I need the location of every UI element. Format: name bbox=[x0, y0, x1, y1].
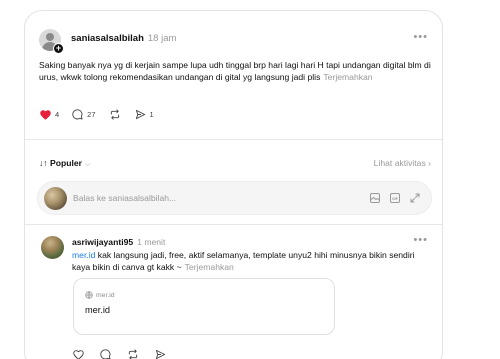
repost-icon bbox=[128, 349, 138, 359]
repost-icon bbox=[110, 109, 119, 120]
svg-text:GIF: GIF bbox=[392, 197, 399, 201]
post-author-avatar[interactable]: + bbox=[39, 29, 64, 54]
comment-body: kak langsung jadi, free, aktif selamanya… bbox=[72, 250, 415, 273]
image-icon[interactable] bbox=[369, 191, 381, 209]
comment-reply-button[interactable] bbox=[100, 347, 111, 359]
reply-box[interactable]: Balas ke saniasalsalbilah... GIF bbox=[37, 181, 432, 215]
share-button[interactable]: 1 bbox=[135, 109, 154, 120]
comment-time[interactable]: 1 menit bbox=[137, 237, 165, 247]
comment-icon bbox=[100, 349, 111, 359]
current-user-avatar bbox=[44, 187, 67, 210]
sort-dropdown[interactable]: ↓↑ Populer ⌵ bbox=[39, 158, 90, 168]
reply-input[interactable]: Balas ke saniasalsalbilah... bbox=[73, 193, 176, 203]
follow-plus-icon[interactable]: + bbox=[53, 43, 64, 54]
post-username[interactable]: saniasalsalbilah bbox=[71, 33, 144, 44]
post-more-icon[interactable]: ••• bbox=[413, 31, 428, 43]
share-icon bbox=[135, 109, 145, 120]
post-translate-link[interactable]: Terjemahkan bbox=[323, 72, 372, 82]
comment-username[interactable]: asriwijayanti95 bbox=[72, 237, 133, 247]
share-icon bbox=[155, 349, 166, 359]
comment-text: mer.id kak langsung jadi, free, aktif se… bbox=[72, 249, 422, 274]
expand-icon[interactable] bbox=[409, 191, 421, 209]
globe-icon bbox=[85, 291, 93, 299]
post-header: saniasalsalbilah 18 jam bbox=[71, 33, 176, 44]
comment-header: asriwijayanti95 1 menit bbox=[72, 237, 165, 247]
link-preview-domain: mer.id bbox=[85, 291, 115, 299]
comment-actions bbox=[73, 347, 182, 359]
like-count: 4 bbox=[55, 110, 60, 119]
comment-author-avatar[interactable] bbox=[41, 236, 64, 259]
like-button[interactable]: 4 bbox=[40, 109, 60, 120]
link-preview-title: mer.id bbox=[85, 305, 111, 315]
post-time[interactable]: 18 jam bbox=[148, 33, 177, 44]
comment-translate-link[interactable]: Terjemahkan bbox=[185, 262, 234, 272]
comment-icon bbox=[72, 109, 83, 120]
share-count: 1 bbox=[149, 110, 154, 119]
comment-like-button[interactable] bbox=[73, 347, 84, 359]
gif-icon[interactable]: GIF bbox=[389, 191, 401, 209]
sort-row: ↓↑ Populer ⌵ Lihat aktivitas › bbox=[39, 158, 431, 169]
reply-tools: GIF bbox=[361, 191, 421, 209]
repost-button[interactable] bbox=[109, 109, 121, 120]
comment-share-button[interactable] bbox=[155, 347, 166, 359]
comment-more-icon[interactable]: ••• bbox=[413, 234, 428, 246]
comment-link[interactable]: mer.id bbox=[72, 250, 95, 260]
sort-label: Populer bbox=[49, 158, 82, 168]
heart-icon bbox=[73, 350, 84, 359]
chevron-down-icon: ⌵ bbox=[84, 161, 91, 168]
post-actions: 4 27 1 bbox=[40, 109, 167, 120]
post-text: Saking banyak nya yg di kerjain sampe lu… bbox=[39, 59, 434, 84]
view-activity-link[interactable]: Lihat aktivitas › bbox=[374, 158, 431, 168]
link-preview-card[interactable]: mer.id mer.id bbox=[73, 278, 335, 335]
thread-card: + saniasalsalbilah 18 jam ••• Saking bany… bbox=[24, 10, 443, 359]
comment-repost-button[interactable] bbox=[127, 347, 139, 359]
divider bbox=[25, 139, 442, 140]
divider bbox=[25, 224, 442, 225]
comment-count: 27 bbox=[87, 110, 96, 119]
comment-button[interactable]: 27 bbox=[72, 109, 96, 120]
heart-icon bbox=[40, 109, 51, 120]
